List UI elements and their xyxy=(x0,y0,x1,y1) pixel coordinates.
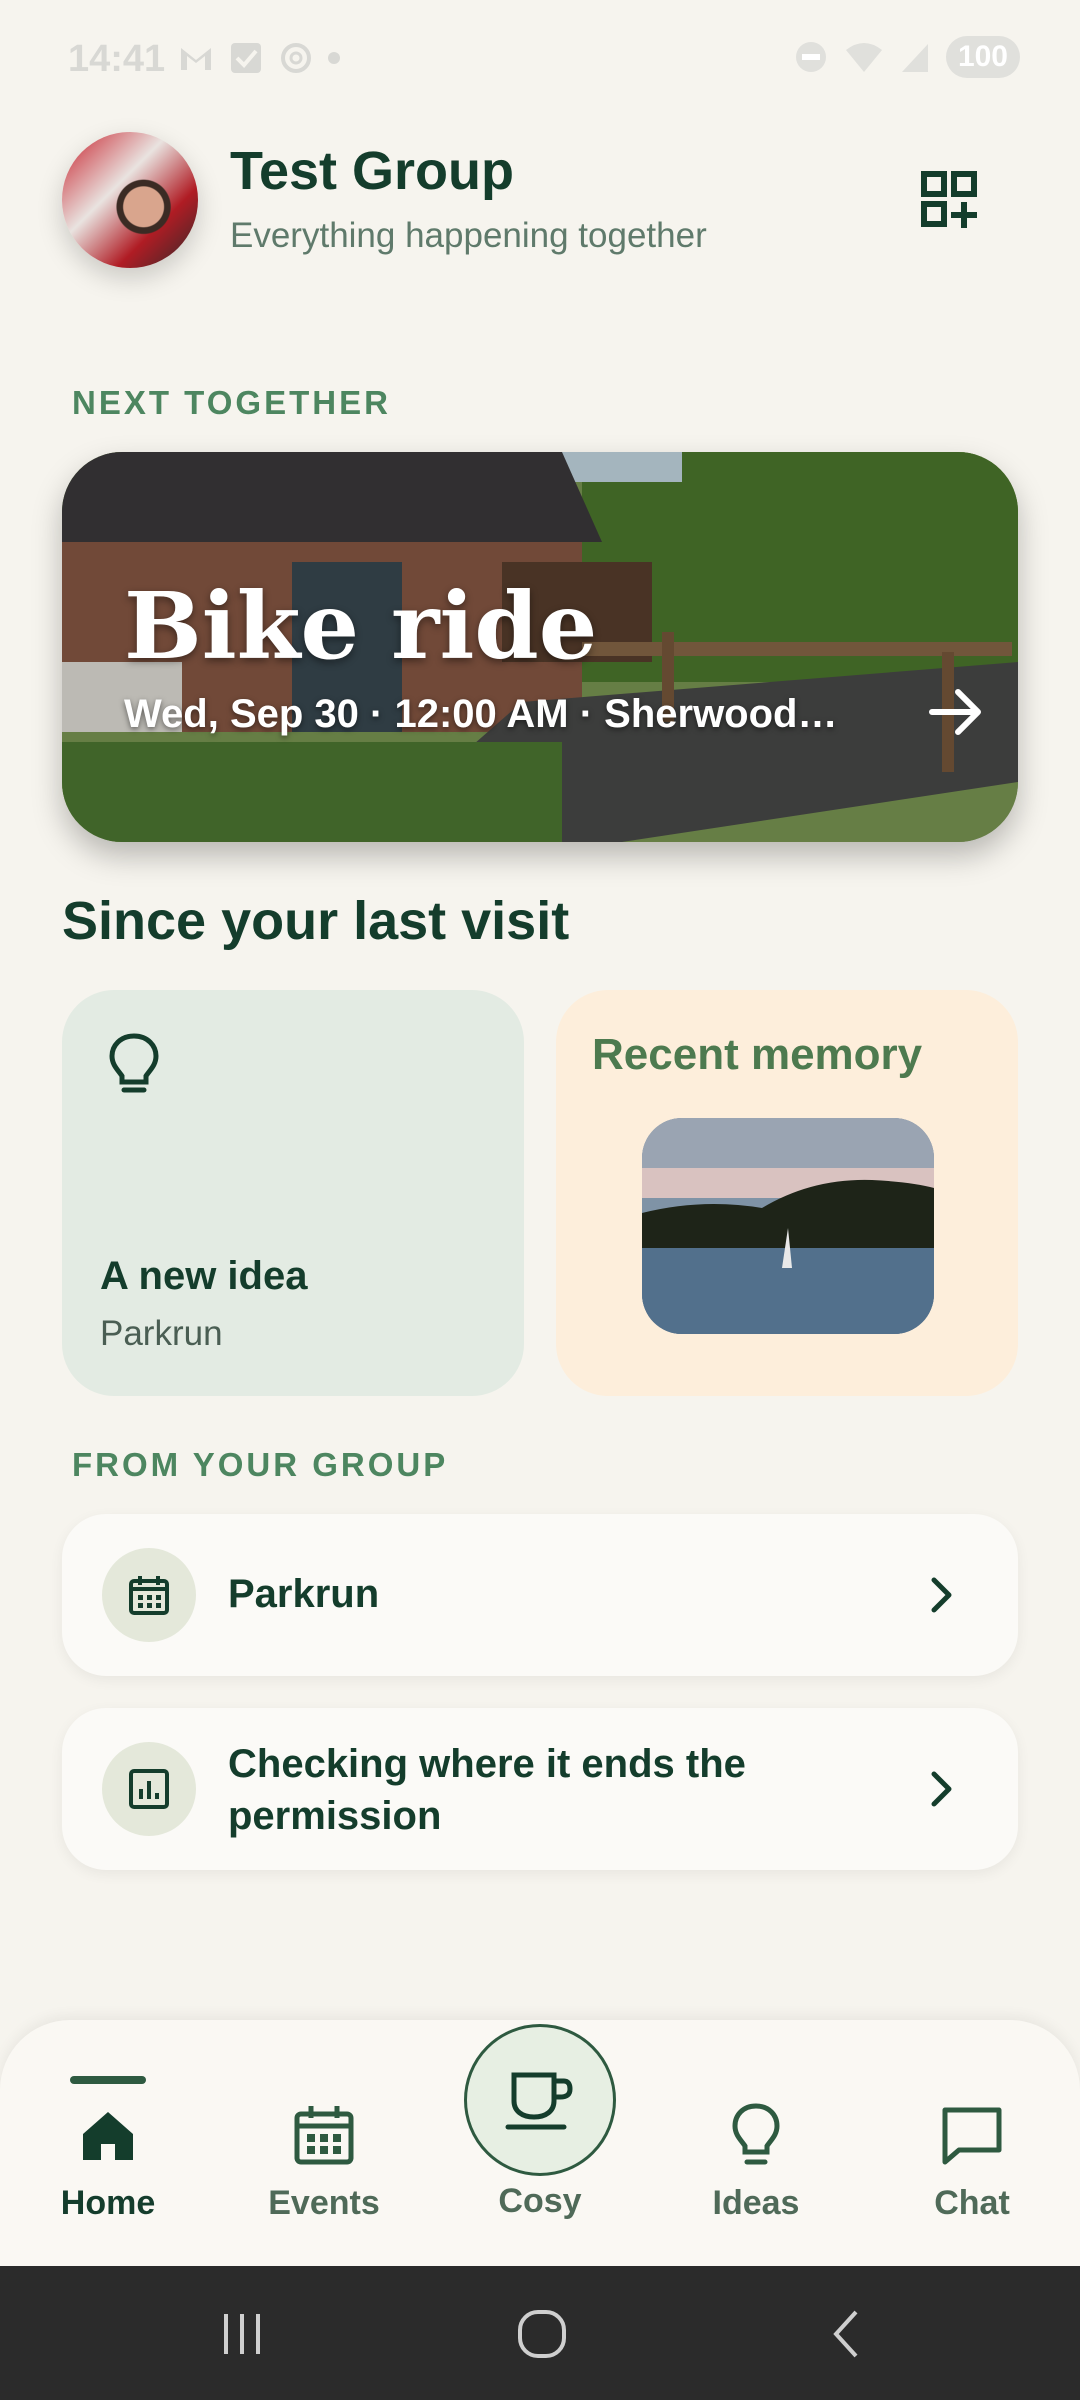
list-item-label: Checking where it ends the permission xyxy=(228,1738,746,1842)
group-avatar[interactable] xyxy=(62,132,198,268)
lake-image xyxy=(642,1118,934,1334)
cosy-label: Cosy xyxy=(498,2182,582,2220)
row-icon-bg xyxy=(102,1742,196,1836)
next-event-card[interactable]: Bike ride Wed, Sep 30 · 12:00 AM · Sherw… xyxy=(62,452,1018,842)
group-title: Test Group xyxy=(230,141,515,201)
signal-icon xyxy=(901,44,928,72)
list-item-label-line1: Checking where it ends the xyxy=(228,1742,746,1786)
new-idea-card[interactable]: A new idea Parkrun xyxy=(62,990,524,1396)
gmail-icon xyxy=(178,40,214,76)
back-icon[interactable] xyxy=(816,2306,876,2362)
active-indicator xyxy=(70,2076,146,2084)
checkbox-icon xyxy=(228,40,264,76)
memory-photo[interactable] xyxy=(642,1118,934,1334)
dnd-icon xyxy=(795,42,826,72)
idea-title: A new idea xyxy=(100,1254,308,1298)
arrow-right-icon[interactable] xyxy=(924,680,988,744)
battery-level: 100 xyxy=(945,36,1020,78)
qr-add-icon[interactable] xyxy=(920,170,980,230)
calendar-icon xyxy=(294,2106,354,2165)
more-notifications-dot xyxy=(328,52,340,64)
chat-icon xyxy=(942,2107,1002,2165)
nav-label: Events xyxy=(268,2184,380,2222)
status-bar: 14:41 100 xyxy=(0,0,1080,120)
list-item-label: Parkrun xyxy=(228,1572,380,1616)
system-nav-bar xyxy=(0,2266,1080,2400)
calendar-icon xyxy=(129,1576,169,1615)
nav-label: Chat xyxy=(934,2184,1010,2222)
nav-chat[interactable]: Chat xyxy=(882,2020,1062,2266)
nav-home[interactable]: Home xyxy=(18,2020,198,2266)
recent-memory-card[interactable]: Recent memory xyxy=(556,990,1018,1396)
cosy-button[interactable] xyxy=(464,2024,616,2176)
memory-title: Recent memory xyxy=(592,1030,923,1079)
wifi-icon xyxy=(845,43,882,72)
nav-events[interactable]: Events xyxy=(234,2020,414,2266)
event-meta: Wed, Sep 30 · 12:00 AM · Sherwood… xyxy=(124,692,838,736)
row-icon-bg xyxy=(102,1548,196,1642)
next-together-label: NEXT TOGETHER xyxy=(72,384,391,421)
nav-label: Ideas xyxy=(712,2184,800,2222)
notification-icons xyxy=(178,40,340,76)
lightbulb-icon xyxy=(732,2103,780,2165)
status-time: 14:41 xyxy=(68,38,166,80)
home-circle-icon[interactable] xyxy=(512,2306,572,2362)
group-subtitle: Everything happening together xyxy=(230,216,707,255)
list-item-poll[interactable]: Checking where it ends the permission xyxy=(62,1708,1018,1870)
nav-label: Home xyxy=(60,2184,156,2222)
chevron-right-icon xyxy=(931,1577,952,1613)
list-item-label-line2: permission xyxy=(228,1794,442,1838)
list-item-parkrun[interactable]: Parkrun xyxy=(62,1514,1018,1676)
from-group-label: FROM YOUR GROUP xyxy=(72,1446,449,1483)
nav-ideas[interactable]: Ideas xyxy=(666,2020,846,2266)
poll-icon xyxy=(129,1769,169,1809)
chevron-right-icon xyxy=(931,1771,952,1807)
idea-subtitle: Parkrun xyxy=(100,1314,223,1353)
home-icon xyxy=(83,2112,133,2160)
since-last-visit-title: Since your last visit xyxy=(62,891,570,951)
coffee-cup-icon xyxy=(505,2072,573,2130)
openai-icon xyxy=(278,40,314,76)
event-title: Bike ride xyxy=(124,572,598,680)
status-right: 100 xyxy=(794,36,1020,78)
lightbulb-icon xyxy=(109,1033,159,1093)
recents-icon[interactable] xyxy=(212,2306,272,2362)
